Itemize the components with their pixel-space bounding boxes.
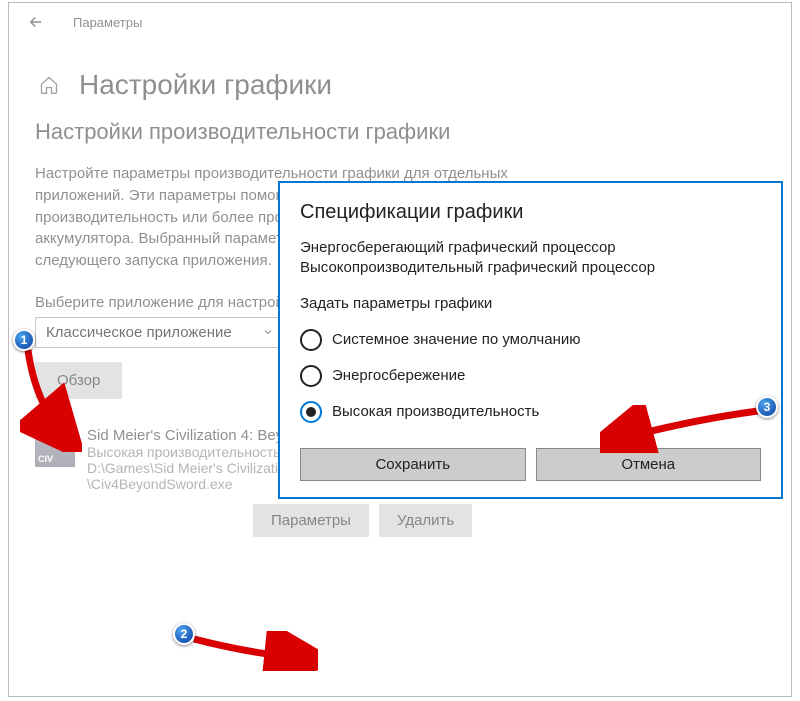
page-title: Настройки графики (79, 69, 332, 101)
radio-option-default[interactable]: Системное значение по умолчанию (300, 322, 761, 358)
app-delete-button[interactable]: Удалить (379, 504, 472, 537)
radio-icon (300, 329, 322, 351)
header-title: Параметры (73, 15, 142, 30)
radio-icon (300, 365, 322, 387)
dialog-gpu-powersave: Энергосберегающий графический процессор (300, 238, 761, 258)
app-options-button[interactable]: Параметры (253, 504, 369, 537)
dialog-title: Спецификации графики (300, 201, 761, 224)
dropdown-value: Классическое приложение (46, 324, 232, 341)
section-heading: Настройки производительности графики (35, 119, 765, 145)
home-icon[interactable] (39, 75, 59, 95)
callout-badge-2: 2 (173, 623, 195, 645)
radio-label: Системное значение по умолчанию (332, 331, 581, 348)
back-icon[interactable] (27, 13, 45, 31)
radio-label: Энергосбережение (332, 367, 465, 384)
arrow-annotation-2 (188, 631, 318, 671)
save-button[interactable]: Сохранить (300, 448, 526, 481)
dialog-subheading: Задать параметры графики (300, 295, 761, 312)
callout-badge-3: 3 (756, 396, 778, 418)
dialog-gpu-highperf: Высокопроизводительный графический проце… (300, 258, 761, 278)
callout-badge-1: 1 (13, 329, 35, 351)
arrow-annotation-1 (20, 342, 82, 452)
radio-label: Высокая производительность (332, 403, 539, 420)
radio-icon (300, 401, 322, 423)
radio-option-powersave[interactable]: Энергосбережение (300, 358, 761, 394)
arrow-annotation-3 (600, 405, 765, 453)
chevron-down-icon (262, 326, 274, 338)
